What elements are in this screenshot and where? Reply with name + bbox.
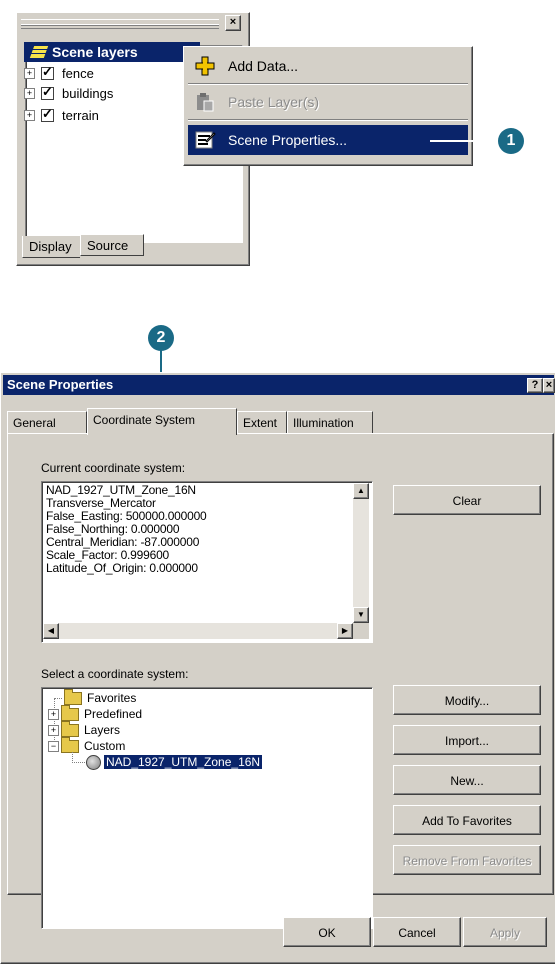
horizontal-scrollbar[interactable] (43, 623, 353, 639)
tab-extent[interactable]: Extent (237, 411, 287, 433)
folder-icon (61, 705, 79, 722)
callout-2: 2 (148, 325, 174, 351)
add-data-icon (194, 55, 216, 77)
scroll-up-icon[interactable]: ▲ (353, 483, 369, 499)
tab-display[interactable]: Display (22, 236, 80, 258)
current-cs-label: Current coordinate system: (41, 461, 186, 475)
paste-icon (194, 91, 216, 113)
tree-connector (72, 752, 85, 763)
close-icon[interactable]: × (225, 15, 241, 31)
expand-icon[interactable]: + (24, 87, 35, 99)
tree-item-layers[interactable]: + Layers (48, 721, 121, 738)
cs-line: Latitude_Of_Origin: 0.000000 (46, 561, 198, 575)
coordinate-system-tree[interactable]: Favorites + Predefined + Layers − Custom NA… (41, 687, 373, 929)
layer-checkbox[interactable] (41, 64, 54, 80)
layer-checkbox[interactable] (41, 84, 54, 100)
expand-icon[interactable]: + (48, 709, 59, 721)
current-cs-textbox: NAD_1927_UTM_Zone_16N Transverse_Mercato… (41, 481, 373, 643)
scene-layers-label: Scene layers (52, 44, 138, 60)
window-grip-line (21, 24, 219, 26)
clear-button[interactable]: Clear (393, 485, 541, 515)
scroll-corner (353, 623, 369, 639)
folder-icon (64, 689, 82, 706)
remove-from-favorites-button: Remove From Favorites (393, 845, 541, 875)
menu-item-scene-properties[interactable]: Scene Properties... (188, 125, 468, 155)
menu-separator (188, 119, 468, 121)
menu-separator (188, 83, 468, 85)
import-button[interactable]: Import... (393, 725, 541, 755)
expand-icon[interactable]: + (24, 67, 35, 79)
current-cs-lines: NAD_1927_UTM_Zone_16N Transverse_Mercato… (46, 484, 207, 575)
tree-item-favorites[interactable]: Favorites (54, 689, 137, 706)
scene-properties-dialog: Scene Properties ? × General Coordinate … (0, 372, 555, 964)
dialog-title-bar[interactable]: Scene Properties ? × (3, 375, 555, 395)
dialog-title: Scene Properties (7, 377, 114, 392)
layer-label: buildings (62, 85, 114, 101)
apply-button: Apply (463, 917, 547, 947)
menu-item-label: Add Data... (228, 58, 299, 74)
tab-coordinate-system[interactable]: Coordinate System (87, 408, 237, 435)
tree-item-label: Custom (84, 739, 126, 753)
new-button[interactable]: New... (393, 765, 541, 795)
scene-layers-root[interactable]: Scene layers (24, 42, 200, 62)
layer-row-terrain[interactable]: + terrain (24, 106, 99, 124)
properties-icon (194, 129, 216, 151)
scroll-right-icon[interactable]: ▶ (337, 623, 353, 639)
menu-item-paste-layers: Paste Layer(s) (188, 87, 468, 117)
tree-item-predefined[interactable]: + Predefined (48, 705, 143, 722)
layer-row-buildings[interactable]: + buildings (24, 84, 113, 102)
tree-item-label: NAD_1927_UTM_Zone_16N (104, 755, 263, 769)
menu-item-add-data[interactable]: Add Data... (188, 51, 468, 81)
tree-item-custom-cs[interactable]: NAD_1927_UTM_Zone_16N (86, 754, 263, 771)
layer-label: fence (62, 65, 94, 81)
globe-icon (86, 755, 101, 771)
expand-icon[interactable]: + (24, 109, 35, 121)
tree-item-label: Predefined (84, 707, 143, 721)
close-icon[interactable]: × (543, 378, 555, 393)
layers-stack-icon (29, 46, 49, 58)
cancel-button[interactable]: Cancel (373, 917, 461, 947)
tab-general[interactable]: General (7, 411, 87, 433)
expand-icon[interactable]: + (48, 725, 59, 737)
layer-checkbox[interactable] (41, 106, 54, 122)
scroll-left-icon[interactable]: ◀ (43, 623, 59, 639)
menu-item-label: Scene Properties... (228, 132, 348, 148)
menu-item-label: Paste Layer(s) (228, 94, 320, 110)
ok-button[interactable]: OK (283, 917, 371, 947)
context-menu: Add Data... Paste Layer(s) Scene Propert… (183, 46, 473, 166)
callout-1: 1 (498, 128, 524, 154)
select-cs-label: Select a coordinate system: (41, 667, 189, 681)
tab-illumination[interactable]: Illumination (287, 411, 373, 433)
modify-button[interactable]: Modify... (393, 685, 541, 715)
vertical-scrollbar[interactable] (353, 483, 369, 623)
add-to-favorites-button[interactable]: Add To Favorites (393, 805, 541, 835)
tree-item-custom[interactable]: − Custom (48, 737, 126, 754)
layer-row-fence[interactable]: + fence (24, 64, 94, 82)
collapse-icon[interactable]: − (48, 741, 59, 753)
scroll-down-icon[interactable]: ▼ (353, 607, 369, 623)
callout-leader-1 (430, 140, 500, 142)
tab-source[interactable]: Source (80, 234, 144, 256)
folder-icon (61, 721, 79, 738)
layer-label: terrain (62, 107, 99, 123)
tree-item-label: Layers (84, 723, 121, 737)
tree-item-label: Favorites (87, 691, 137, 705)
help-icon[interactable]: ? (527, 378, 543, 393)
